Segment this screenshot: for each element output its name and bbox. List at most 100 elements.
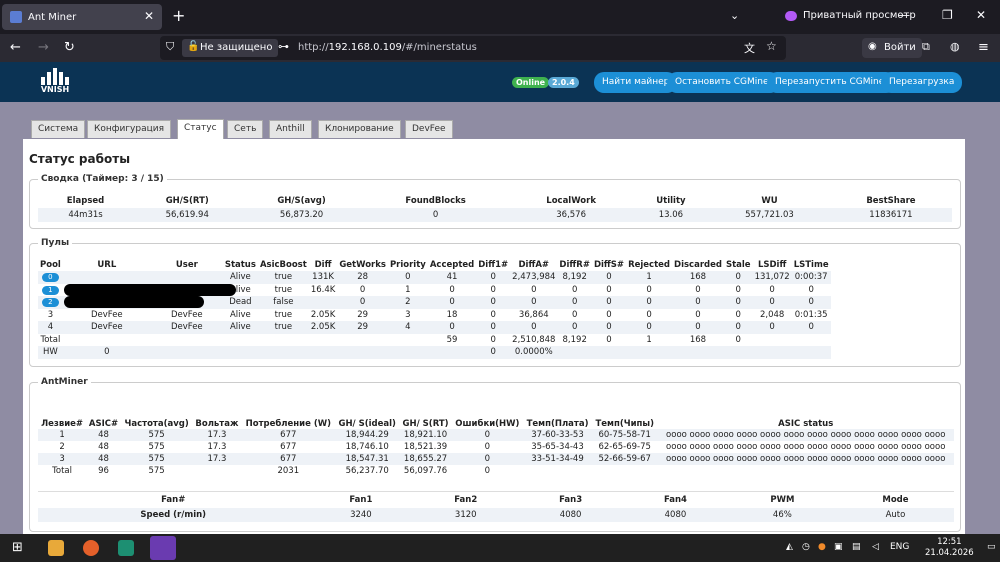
table-cell: Total — [40, 334, 61, 345]
url-path: /#/minerstatus — [401, 42, 477, 53]
page-favicon-icon — [10, 11, 22, 23]
table-cell: true — [274, 284, 293, 295]
table-cell: 0 — [626, 321, 673, 334]
table-cell: 18,547.31 — [335, 453, 400, 465]
shield-icon[interactable]: ⛉ — [166, 40, 174, 54]
clock[interactable]: 12:51 21.04.2026 — [925, 537, 974, 559]
tab-status[interactable]: Статус — [177, 119, 224, 139]
pool-number-badge[interactable]: 0 — [42, 273, 59, 283]
pools-header: Pool — [40, 259, 61, 270]
tab-cloning[interactable]: Клонирование — [318, 120, 401, 138]
minimize-icon[interactable]: — — [898, 8, 910, 22]
table-cell — [592, 465, 657, 477]
table-cell: 0 — [672, 321, 724, 334]
table-cell: false — [257, 296, 309, 309]
pool-number-badge[interactable]: 1 — [42, 285, 59, 295]
table-cell — [151, 334, 223, 347]
table-cell — [523, 465, 592, 477]
tray-app-icon[interactable]: ● — [818, 542, 826, 552]
tray-app-icon[interactable]: ▤ — [852, 542, 861, 552]
table-cell: 29 — [337, 321, 388, 334]
table-cell: true — [257, 321, 309, 334]
table-cell: 677 — [241, 453, 336, 465]
firefox-private-icon[interactable] — [150, 536, 176, 560]
table-cell: DevFee — [170, 309, 203, 320]
table-cell: Alive — [222, 271, 258, 284]
menu-icon[interactable]: ≡ — [978, 40, 989, 55]
table-cell: 18 — [446, 309, 458, 320]
firefox-icon[interactable] — [83, 540, 99, 556]
tab-system[interactable]: Система — [31, 120, 86, 138]
summary-cell: 0 — [361, 208, 510, 222]
tab-devfee[interactable]: DevFee — [405, 120, 453, 138]
address-bar[interactable]: ⛉ 🔓 Не защищено ⊶ http://192.168.0.109/#… — [160, 36, 786, 60]
translate-icon[interactable]: 文 — [744, 40, 755, 56]
table-cell: 0.0000% — [510, 346, 558, 359]
globe-icon[interactable]: ◍ — [950, 40, 960, 53]
tray-app-icon[interactable]: ◷ — [802, 542, 810, 552]
login-button[interactable]: ◉ Войти — [862, 38, 922, 58]
table-cell — [223, 334, 258, 347]
table-cell: 2031 — [277, 466, 300, 476]
notifications-icon[interactable]: ▭ — [987, 542, 996, 552]
chain-header: ASIC status — [778, 419, 834, 429]
network-icon[interactable]: ◭ — [786, 542, 793, 552]
input-language[interactable]: ENG — [890, 542, 909, 552]
table-cell: 35-65-34-43 — [531, 442, 584, 452]
tab-configuration[interactable]: Конфигурация — [87, 120, 171, 138]
windows-start-icon[interactable]: ⊞ — [12, 540, 23, 555]
tray-app-icon[interactable]: ▣ — [834, 542, 843, 552]
reboot-button[interactable]: Перезагрузка — [881, 72, 963, 93]
tab-anthill[interactable]: Anthill — [269, 120, 312, 138]
close-tab-icon[interactable]: ✕ — [144, 9, 154, 23]
forward-icon[interactable]: → — [38, 40, 49, 55]
table-cell: 1 — [646, 334, 652, 345]
table-cell: 1 — [38, 429, 87, 441]
extensions-icon[interactable]: ⧉ — [922, 40, 930, 54]
table-cell: 28 — [337, 271, 388, 284]
url-text[interactable]: http://192.168.0.109/#/minerstatus — [298, 42, 477, 53]
browser-tab[interactable]: Ant Miner ✕ — [2, 4, 162, 30]
pool-number-badge[interactable]: 2 — [42, 298, 59, 308]
table-cell: 1 — [38, 284, 63, 297]
stop-cgminer-button[interactable]: Остановить CGMiner — [667, 72, 781, 93]
summary-legend: Сводка (Таймер: 3 / 15) — [38, 174, 167, 184]
find-miner-button[interactable]: Найти майнер — [594, 72, 678, 93]
summary-header: Utility — [656, 196, 686, 206]
bookmark-star-icon[interactable]: ☆ — [766, 39, 777, 53]
lock-warning-icon: 🔓 — [187, 41, 200, 52]
table-cell: 2,473,984 — [510, 271, 558, 284]
summary-header: BestShare — [866, 196, 916, 206]
table-cell — [591, 346, 627, 359]
tab-network[interactable]: Сеть — [227, 120, 264, 138]
permissions-icon[interactable]: ⊶ — [278, 40, 289, 53]
not-secure-badge[interactable]: 🔓 Не защищено — [182, 39, 279, 57]
fan-header: Fan2 — [454, 494, 478, 505]
account-icon: ◉ — [868, 41, 877, 52]
back-icon[interactable]: ← — [10, 40, 21, 55]
summary-header: Elapsed — [66, 196, 105, 206]
table-cell: 0 — [557, 296, 592, 309]
new-tab-icon[interactable]: + — [172, 6, 185, 25]
table-cell: 0 — [723, 271, 753, 284]
pools-header: DiffA# — [518, 259, 550, 270]
table-cell: DevFee — [150, 321, 223, 334]
table-row: HW 0 0 0.0000% — [38, 346, 831, 359]
restore-icon[interactable]: ❐ — [942, 8, 953, 22]
file-explorer-icon[interactable] — [48, 540, 64, 556]
table-cell: 18,655.27 — [399, 453, 452, 465]
table-cell: 59 — [446, 334, 458, 345]
table-cell: 0 — [490, 309, 496, 320]
table-cell — [752, 346, 792, 359]
volume-icon[interactable]: ◁ — [872, 542, 879, 552]
antminer-legend: AntMiner — [38, 377, 91, 387]
table-cell: 18,521.39 — [403, 442, 448, 452]
table-cell: 2,048 — [759, 309, 785, 320]
chains-table: Лезвие# ASIC# Частота(avg) Вольтаж Потреблен… — [38, 399, 954, 477]
close-window-icon[interactable]: ✕ — [976, 8, 986, 22]
reload-icon[interactable]: ↻ — [64, 40, 75, 55]
restart-cgminer-button[interactable]: Перезапустить CGMiner — [767, 72, 896, 93]
tab-list-chevron-icon[interactable]: ⌄ — [730, 9, 739, 22]
pools-header: Diff1# — [478, 259, 509, 270]
app-icon[interactable] — [118, 540, 134, 556]
